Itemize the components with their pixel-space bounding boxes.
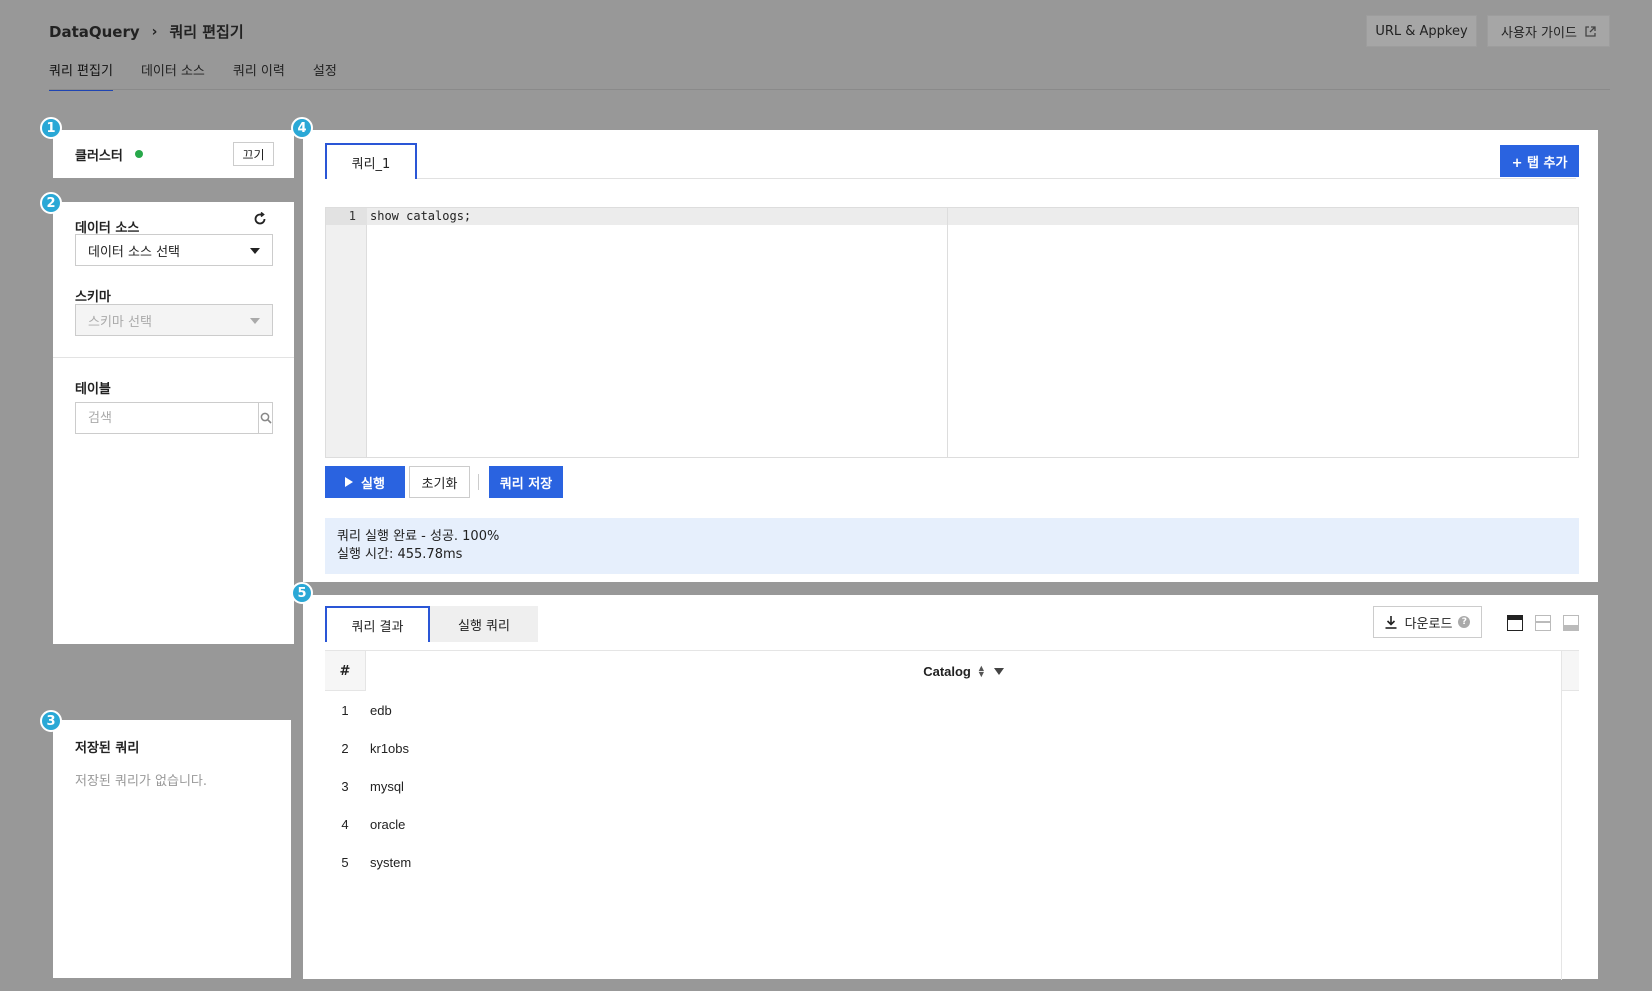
- row-catalog: edb: [370, 703, 392, 718]
- query-tab[interactable]: 쿼리_1: [325, 143, 417, 179]
- table-row[interactable]: 4 oracle: [325, 805, 1561, 845]
- sort-icon[interactable]: ▲ ▼: [977, 664, 986, 679]
- step-badge-2: 2: [40, 192, 62, 214]
- play-icon: [345, 477, 354, 487]
- search-icon: [260, 412, 272, 424]
- schema-label: 스키마: [75, 290, 111, 305]
- breadcrumb-root[interactable]: DataQuery: [49, 23, 140, 41]
- code-line[interactable]: show catalogs;: [370, 209, 471, 223]
- tab-settings[interactable]: 설정: [313, 60, 337, 91]
- code-editor[interactable]: 1 show catalogs;: [325, 207, 1579, 458]
- status-message: 쿼리 실행 완료 - 성공. 100% 실행 시간: 455.78ms: [325, 518, 1579, 574]
- status-duration: 실행 시간: 455.78ms: [337, 547, 463, 562]
- refresh-icon[interactable]: [253, 212, 267, 226]
- reset-button[interactable]: 초기화: [409, 466, 470, 498]
- external-link-icon: [1585, 25, 1596, 37]
- table-row[interactable]: 5 system: [325, 843, 1561, 883]
- step-badge-1: 1: [40, 117, 62, 139]
- results-table: # Catalog ▲ ▼ 1 edb 2 kr1obs 3 mysql 4 or…: [325, 650, 1579, 980]
- row-index: 2: [341, 741, 349, 756]
- active-line: [326, 208, 1578, 225]
- tab-underline: [325, 178, 1576, 179]
- layout-bottom-icon[interactable]: [1563, 615, 1579, 631]
- query-editor-panel: 쿼리_1 + 탭 추가 1 show catalogs; 실행 초기화 쿼리 저…: [303, 130, 1598, 582]
- tab-query-editor[interactable]: 쿼리 편집기: [49, 60, 113, 91]
- editor-print-margin: [947, 208, 948, 457]
- row-index: 5: [341, 855, 349, 870]
- step-badge-5: 5: [291, 582, 313, 604]
- row-catalog: system: [370, 855, 412, 870]
- caret-down-icon: [250, 318, 260, 324]
- row-catalog: kr1obs: [370, 741, 410, 756]
- user-guide-button[interactable]: 사용자 가이드: [1487, 15, 1610, 47]
- saved-queries-panel: 저장된 쿼리 저장된 쿼리가 없습니다.: [53, 720, 291, 978]
- caret-down-icon: [250, 248, 260, 254]
- run-button[interactable]: 실행: [325, 466, 405, 498]
- add-tab-button[interactable]: + 탭 추가: [1500, 145, 1579, 177]
- user-guide-label: 사용자 가이드: [1501, 25, 1577, 41]
- row-catalog: mysql: [370, 779, 404, 794]
- table-search: [75, 402, 273, 434]
- panel-divider: [53, 357, 294, 358]
- tab-query-history[interactable]: 쿼리 이력: [233, 60, 285, 91]
- column-header-catalog[interactable]: Catalog ▲ ▼: [365, 651, 1561, 691]
- tab-query-result[interactable]: 쿼리 결과: [325, 606, 430, 642]
- step-badge-3: 3: [40, 710, 62, 732]
- nav-divider: [49, 89, 1610, 90]
- row-index: 4: [341, 817, 349, 832]
- schema-select-placeholder: 스키마 선택: [88, 314, 152, 330]
- line-gutter: [326, 208, 367, 457]
- data-source-panel: 데이터 소스 데이터 소스 선택 스키마 스키마 선택 테이블: [53, 202, 294, 644]
- row-index: 3: [341, 779, 349, 794]
- cluster-title: 클러스터: [75, 149, 123, 164]
- url-appkey-button[interactable]: URL & Appkey: [1366, 15, 1477, 47]
- run-label: 실행: [361, 476, 385, 492]
- layout-top-icon[interactable]: [1507, 615, 1523, 631]
- status-result: 쿼리 실행 완료 - 성공. 100%: [337, 529, 500, 544]
- chevron-right-icon: ›: [151, 23, 158, 40]
- saved-queries-empty: 저장된 쿼리가 없습니다.: [75, 774, 207, 789]
- column-header-catalog-label: Catalog: [923, 663, 971, 679]
- line-number: 1: [348, 209, 356, 223]
- main-nav: 쿼리 편집기 데이터 소스 쿼리 이력 설정: [49, 60, 365, 91]
- button-separator: [478, 474, 479, 490]
- table-header: # Catalog ▲ ▼: [325, 651, 1579, 691]
- row-catalog: oracle: [370, 817, 406, 832]
- layout-split-icon[interactable]: [1535, 615, 1551, 631]
- download-icon: [1385, 615, 1397, 629]
- tab-data-source[interactable]: 데이터 소스: [141, 60, 205, 91]
- tab-executed-query[interactable]: 실행 쿼리: [430, 606, 538, 642]
- url-appkey-label: URL & Appkey: [1375, 23, 1468, 39]
- help-icon[interactable]: ?: [1458, 616, 1471, 628]
- search-button[interactable]: [258, 403, 272, 433]
- table-scrollbar-track: [1561, 651, 1562, 980]
- data-source-select[interactable]: 데이터 소스 선택: [75, 234, 273, 266]
- data-source-select-value: 데이터 소스 선택: [88, 244, 180, 260]
- cluster-off-button[interactable]: 끄기: [233, 142, 274, 166]
- table-label: 테이블: [75, 382, 111, 397]
- row-index: 1: [341, 703, 349, 718]
- filter-icon[interactable]: [993, 667, 1004, 675]
- download-button[interactable]: 다운로드 ?: [1373, 606, 1482, 638]
- table-search-input[interactable]: [76, 403, 258, 433]
- table-row[interactable]: 1 edb: [325, 691, 1561, 731]
- cluster-panel: 클러스터 끄기: [53, 130, 294, 178]
- results-panel: 쿼리 결과 실행 쿼리 다운로드 ? # Catalog ▲ ▼ 1 edb 2 …: [303, 595, 1598, 980]
- schema-select[interactable]: 스키마 선택: [75, 304, 273, 336]
- save-query-button[interactable]: 쿼리 저장: [489, 466, 563, 498]
- table-row[interactable]: 2 kr1obs: [325, 729, 1561, 769]
- table-row[interactable]: 3 mysql: [325, 767, 1561, 807]
- breadcrumb-current: 쿼리 편집기: [169, 23, 244, 41]
- breadcrumb: DataQuery › 쿼리 편집기: [49, 21, 244, 42]
- step-badge-4: 4: [291, 117, 313, 139]
- download-label: 다운로드: [1404, 616, 1453, 632]
- saved-queries-title: 저장된 쿼리: [75, 741, 140, 756]
- column-header-index: #: [339, 663, 351, 679]
- cluster-status-dot: [135, 150, 143, 158]
